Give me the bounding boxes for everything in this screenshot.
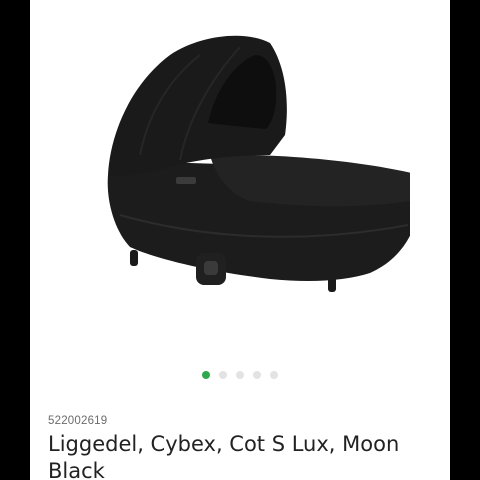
- product-sku: 522002619: [48, 415, 108, 427]
- product-image[interactable]: [70, 25, 410, 300]
- product-page[interactable]: 522002619 Liggedel, Cybex, Cot S Lux, Mo…: [30, 0, 450, 480]
- handle-hub-detail: [204, 261, 218, 275]
- screen-frame: 522002619 Liggedel, Cybex, Cot S Lux, Mo…: [0, 0, 480, 480]
- carousel-dots[interactable]: [30, 371, 450, 381]
- carousel-dot-4[interactable]: [253, 371, 261, 379]
- carousel-dot-5[interactable]: [270, 371, 278, 379]
- wheel-left: [130, 250, 138, 266]
- carousel-dot-3[interactable]: [236, 371, 244, 379]
- brand-label: [176, 177, 196, 184]
- product-title: Liggedel, Cybex, Cot S Lux, Moon Black: [48, 432, 400, 480]
- carousel-dot-2[interactable]: [219, 371, 227, 379]
- carousel-dot-1[interactable]: [202, 371, 210, 379]
